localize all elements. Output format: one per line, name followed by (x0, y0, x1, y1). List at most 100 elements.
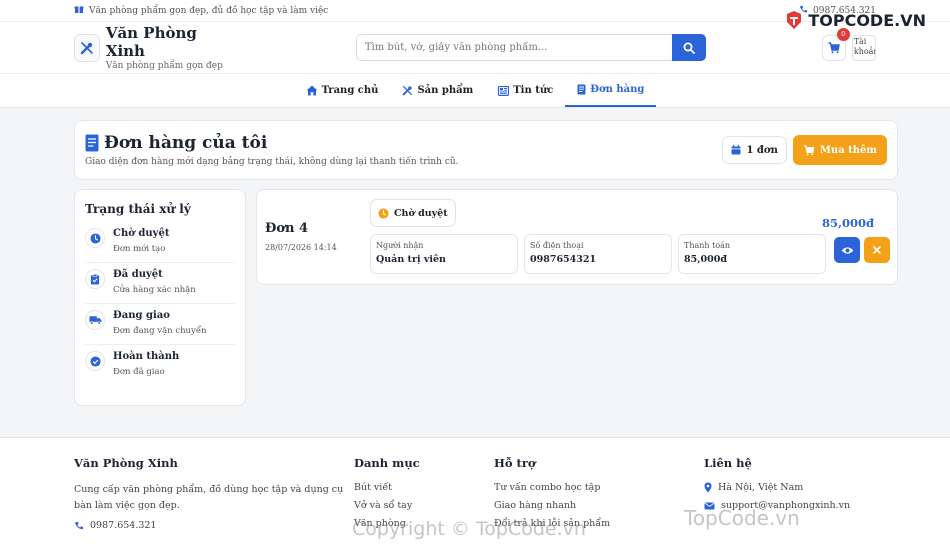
receipt-icon (85, 134, 99, 152)
main-content: Đơn hàng của tôi Giao diện đơn hàng mới … (0, 108, 950, 406)
cart-icon (803, 144, 815, 155)
phone-icon (75, 521, 83, 529)
footer-phone[interactable]: 0987.654.321 (74, 520, 344, 531)
topcode-logo-icon (787, 11, 802, 29)
status-name: Đã duyệt (113, 269, 163, 280)
status-desc: Đơn đã giao (113, 367, 165, 377)
topcode-brand-text: TOPCODE.VN (808, 10, 926, 30)
check-circle-icon (85, 351, 105, 371)
main-nav: Trang chủ Sản phẩm Tin tức Đơn hàng (0, 74, 950, 108)
brand-logo[interactable] (74, 33, 100, 62)
gift-icon (74, 4, 84, 17)
order-time: 28/07/2026 14:14 (265, 243, 337, 252)
field-label: Số điện thoại (530, 241, 584, 250)
field-value: 0987654321 (530, 254, 597, 265)
footer-address: Hà Nội, Việt Nam (704, 482, 850, 493)
cart-icon (828, 41, 840, 53)
tools-icon (403, 85, 413, 96)
footer-link[interactable]: Giao hàng nhanh (494, 500, 610, 511)
footer-about-text: Cung cấp văn phòng phẩm, đồ dùng học tập… (74, 484, 344, 511)
status-desc: Đơn mới tạo (113, 244, 166, 254)
status-name: Đang giao (113, 310, 170, 321)
status-item-completed[interactable]: Hoàn thành Đơn đã giao (85, 345, 235, 385)
sidebar-title: Trạng thái xử lý (85, 202, 191, 216)
order-count-badge: 1 đơn (722, 136, 787, 164)
cancel-order-button[interactable] (864, 237, 890, 263)
eye-icon (841, 246, 853, 254)
status-item-shipping[interactable]: Đang giao Đơn đang vận chuyển (85, 304, 235, 345)
nav-item-label: Đơn hàng (590, 84, 645, 95)
page-title: Đơn hàng của tôi (104, 133, 268, 153)
field-value: 85,000đ (684, 254, 728, 265)
field-value: Quản trị viên (376, 254, 446, 265)
order-field-phone: Số điện thoại 0987654321 (524, 234, 672, 274)
nav-item-news[interactable]: Tin tức (485, 74, 565, 107)
footer-support-title: Hỗ trợ (494, 456, 536, 470)
site-watermark: TopCode.vn (684, 506, 800, 530)
page-header-card: Đơn hàng của tôi Giao diện đơn hàng mới … (74, 120, 898, 180)
home-icon (306, 85, 318, 96)
order-status-badge: Chờ duyệt (370, 199, 456, 227)
brand[interactable]: Văn Phòng Xinh Văn phòng phẩm gọn đẹp (106, 24, 230, 71)
avatar-alt-text: Tài khoản (853, 36, 875, 56)
account-avatar[interactable]: Tài khoản (851, 34, 876, 61)
status-name: Chờ duyệt (113, 228, 170, 239)
buy-more-button[interactable]: Mua thêm (792, 135, 887, 165)
copyright-watermark: Copyright © TopCode.vn (352, 518, 586, 540)
newspaper-icon (498, 85, 510, 96)
tools-icon (80, 41, 93, 54)
nav-item-orders[interactable]: Đơn hàng (565, 74, 657, 107)
status-desc: Cửa hàng xác nhận (113, 285, 196, 295)
search-button[interactable] (671, 34, 706, 61)
footer-link[interactable]: Vở và sổ tay (354, 500, 420, 511)
field-label: Người nhận (376, 241, 424, 250)
field-label: Thanh toán (684, 241, 731, 250)
order-total: 85,000đ (821, 216, 874, 230)
nav-item-home[interactable]: Trang chủ (294, 74, 391, 107)
footer-link[interactable]: Bút viết (354, 482, 420, 493)
view-order-button[interactable] (834, 237, 860, 263)
status-item-pending[interactable]: Chờ duyệt Đơn mới tạo (85, 222, 235, 263)
page-description: Giao diện đơn hàng mới dạng bảng trạng t… (85, 157, 459, 167)
clock-icon (85, 228, 105, 248)
clipboard-check-icon (85, 269, 105, 289)
brand-subtitle: Văn phòng phẩm gọn đẹp (105, 61, 223, 71)
close-icon (873, 246, 881, 254)
footer-contact-title: Liên hệ (704, 456, 752, 470)
clock-icon (378, 207, 389, 219)
status-name: Hoàn thành (113, 351, 180, 362)
nav-item-label: Trang chủ (321, 85, 379, 96)
status-sidebar: Trạng thái xử lý Chờ duyệt Đơn mới tạo Đ… (74, 189, 246, 406)
truck-icon (85, 310, 105, 330)
nav-item-products[interactable]: Sản phẩm (390, 74, 485, 107)
order-field-recipient: Người nhận Quản trị viên (370, 234, 518, 274)
topcode-watermark-logo: TOPCODE.VN (784, 10, 926, 30)
status-item-approved[interactable]: Đã duyệt Cửa hàng xác nhận (85, 263, 235, 304)
status-desc: Đơn đang vận chuyển (113, 326, 207, 336)
footer-address-text: Hà Nội, Việt Nam (718, 482, 804, 493)
order-id: Đơn 4 (265, 221, 309, 236)
receipt-icon (577, 84, 586, 95)
brand-name: Văn Phòng Xinh (105, 24, 197, 60)
footer-categories-title: Danh mục (354, 456, 420, 470)
footer-link[interactable]: Tư vấn combo học tập (494, 482, 610, 493)
order-count: 1 đơn (746, 144, 778, 156)
cart-count-badge: 0 (836, 27, 850, 41)
order-status-label: Chờ duyệt (394, 207, 448, 219)
cart-button[interactable]: 0 (821, 27, 850, 61)
orders-section: Trạng thái xử lý Chờ duyệt Đơn mới tạo Đ… (74, 189, 898, 406)
nav-item-label: Tin tức (513, 85, 554, 96)
search-bar (355, 34, 706, 61)
buy-more-label: Mua thêm (819, 144, 877, 156)
site-footer: Văn Phòng Xinh Cung cấp văn phòng phẩm, … (0, 437, 950, 556)
search-input[interactable] (355, 34, 672, 61)
footer-about-title: Văn Phòng Xinh (74, 456, 178, 470)
calendar-icon (731, 145, 741, 155)
search-icon (683, 42, 695, 54)
nav-item-label: Sản phẩm (417, 85, 474, 96)
order-field-payment: Thanh toán 85,000đ (678, 234, 826, 274)
footer-about: Văn Phòng Xinh Cung cấp văn phòng phẩm, … (74, 456, 344, 538)
order-card: Đơn 4 28/07/2026 14:14 Chờ duyệt Người n… (256, 189, 898, 285)
topbar-tagline: Văn phòng phẩm gọn đẹp, đủ đồ học tập và… (89, 5, 329, 16)
footer-phone-text: 0987.654.321 (90, 520, 157, 531)
